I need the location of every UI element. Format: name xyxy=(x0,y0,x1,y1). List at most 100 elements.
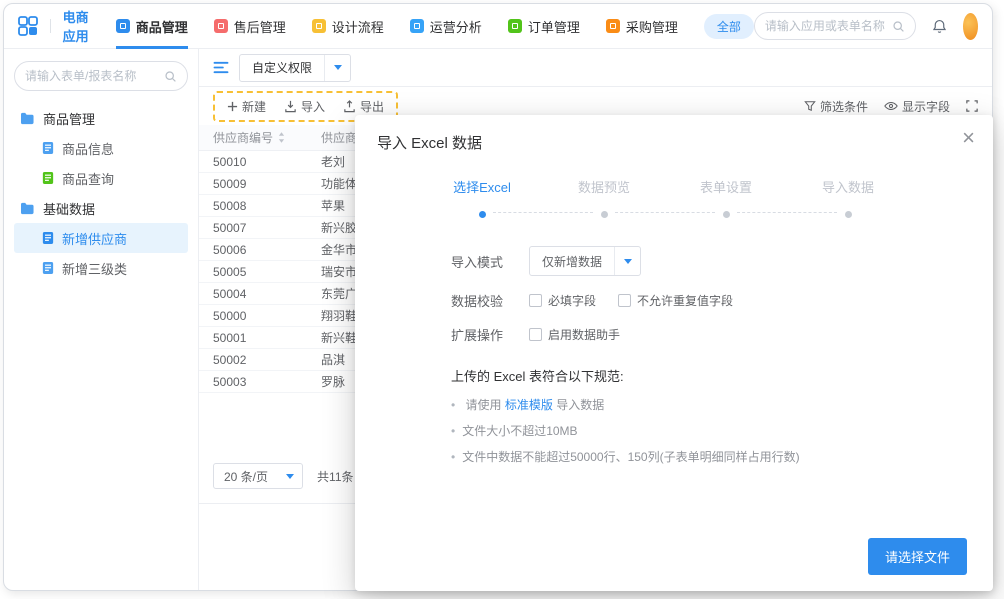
folder-icon xyxy=(20,112,35,125)
notification-bell-icon[interactable] xyxy=(931,18,948,35)
sidebar-group-label: 基础数据 xyxy=(43,199,95,218)
search-icon xyxy=(892,20,905,33)
form-doc-icon xyxy=(42,141,54,155)
nav-item-label: 采购管理 xyxy=(626,17,678,36)
chevron-down-icon[interactable] xyxy=(278,464,302,488)
all-apps-button[interactable]: 全部 xyxy=(704,14,754,39)
supplier-id-cell: 50008 xyxy=(199,199,321,213)
new-record-label: 新建 xyxy=(242,98,266,115)
order-management-icon xyxy=(508,19,522,33)
step-dot xyxy=(845,211,852,218)
nav-item-label: 运营分析 xyxy=(430,17,482,36)
import-mode-label: 导入模式 xyxy=(451,252,529,271)
checkbox-icon[interactable] xyxy=(529,294,542,307)
top-nav: 电商应用 商品管理 售后管理 设计流程 运营分析 订单管理 xyxy=(4,4,992,49)
import-mode-select[interactable]: 仅新增数据 xyxy=(529,246,641,276)
permission-view-select[interactable]: 自定义权限 xyxy=(239,54,351,82)
step-dot xyxy=(723,211,730,218)
close-icon[interactable]: × xyxy=(962,127,975,149)
column-header-supplier-id[interactable]: 供应商编号 xyxy=(199,129,321,146)
sidebar-group-goods[interactable]: 商品管理 xyxy=(14,103,188,133)
supplier-id-cell: 50010 xyxy=(199,155,321,169)
nav-item-purchase-management[interactable]: 采购管理 xyxy=(606,4,678,48)
checkbox-icon[interactable] xyxy=(618,294,631,307)
form-search-input[interactable] xyxy=(25,69,164,83)
nav-item-label: 设计流程 xyxy=(332,17,384,36)
import-button[interactable]: 导入 xyxy=(284,98,325,115)
global-search[interactable] xyxy=(754,12,916,40)
permission-view-value: 自定义权限 xyxy=(240,59,324,76)
form-doc-icon xyxy=(42,261,54,275)
form-doc-icon xyxy=(42,231,54,245)
step-data-preview: 数据预览 xyxy=(543,177,665,218)
design-flow-icon xyxy=(312,19,326,33)
nav-item-order-management[interactable]: 订单管理 xyxy=(508,4,580,48)
export-button[interactable]: 导出 xyxy=(343,98,384,115)
supplier-id-cell: 50006 xyxy=(199,243,321,257)
sidebar: 商品管理 商品信息 商品查询 基础数据 新增供应商 新增三级类 xyxy=(4,49,199,590)
nav-item-aftersales[interactable]: 售后管理 xyxy=(214,4,286,48)
total-count: 共11条 xyxy=(317,468,353,485)
purchase-management-icon xyxy=(606,19,620,33)
checkbox-icon[interactable] xyxy=(529,328,542,341)
sidebar-item-label: 新增供应商 xyxy=(62,229,127,248)
filter-button[interactable]: 筛选条件 xyxy=(804,98,868,115)
rule-row-limit: 文件中数据不能超过50000行、150列(子表单明细同样占用行数) xyxy=(451,448,993,465)
import-mode-value: 仅新增数据 xyxy=(530,253,614,270)
nav-item-label: 商品管理 xyxy=(136,17,188,36)
chevron-down-icon[interactable] xyxy=(324,55,350,81)
import-label: 导入 xyxy=(301,98,325,115)
nav-item-operation-analysis[interactable]: 运营分析 xyxy=(410,4,482,48)
validation-label: 数据校验 xyxy=(451,291,529,310)
apps-grid-icon[interactable] xyxy=(18,16,38,36)
data-assistant-checkbox[interactable]: 启用数据助手 xyxy=(529,326,620,343)
sidebar-group-base-data[interactable]: 基础数据 xyxy=(14,193,188,223)
supplier-id-cell: 50007 xyxy=(199,221,321,235)
show-fields-label: 显示字段 xyxy=(902,98,950,115)
fullscreen-icon[interactable] xyxy=(966,100,978,112)
chevron-down-icon[interactable] xyxy=(614,247,640,275)
sidebar-item-label: 商品信息 xyxy=(62,139,114,158)
page-size-select[interactable]: 20 条/页 xyxy=(213,463,303,489)
supplier-id-cell: 50002 xyxy=(199,353,321,367)
sort-icon xyxy=(278,132,285,143)
step-label: 数据预览 xyxy=(543,177,665,196)
standard-template-link[interactable]: 标准模版 xyxy=(505,398,553,412)
step-import-data: 导入数据 xyxy=(787,177,909,218)
step-select-excel: 选择Excel xyxy=(421,177,543,218)
sidebar-item-goods-query[interactable]: 商品查询 xyxy=(14,163,188,193)
supplier-id-cell: 50001 xyxy=(199,331,321,345)
form-search[interactable] xyxy=(14,61,188,91)
view-list-icon[interactable] xyxy=(213,61,229,74)
sidebar-group-label: 商品管理 xyxy=(43,109,95,128)
supplier-id-cell: 50005 xyxy=(199,265,321,279)
step-form-settings: 表单设置 xyxy=(665,177,787,218)
sidebar-item-new-supplier[interactable]: 新增供应商 xyxy=(14,223,188,253)
app-nav: 商品管理 售后管理 设计流程 运营分析 订单管理 采购管理 xyxy=(116,4,704,48)
sidebar-item-new-category[interactable]: 新增三级类 xyxy=(14,253,188,283)
global-search-input[interactable] xyxy=(765,19,892,33)
new-record-button[interactable]: 新建 xyxy=(227,98,266,115)
show-fields-button[interactable]: 显示字段 xyxy=(884,98,950,115)
supplier-id-cell: 50009 xyxy=(199,177,321,191)
choose-file-button[interactable]: 请选择文件 xyxy=(868,538,967,575)
operation-analysis-icon xyxy=(410,19,424,33)
user-avatar[interactable] xyxy=(963,13,978,40)
divider xyxy=(50,19,51,33)
no-duplicates-checkbox[interactable]: 不允许重复值字段 xyxy=(618,292,733,309)
nav-item-design-flow[interactable]: 设计流程 xyxy=(312,4,384,48)
checkbox-label: 必填字段 xyxy=(548,292,596,309)
checkbox-label: 启用数据助手 xyxy=(548,326,620,343)
required-fields-checkbox[interactable]: 必填字段 xyxy=(529,292,596,309)
workspace-name[interactable]: 电商应用 xyxy=(63,7,92,45)
rule-text: 导入数据 xyxy=(553,398,604,412)
checkbox-label: 不允许重复值字段 xyxy=(637,292,733,309)
step-dot xyxy=(601,211,608,218)
nav-item-goods-management[interactable]: 商品管理 xyxy=(116,4,188,48)
column-header-label: 供应商编号 xyxy=(213,129,273,146)
search-icon xyxy=(164,70,177,83)
import-steps: 选择Excel 数据预览 表单设置 导入数据 xyxy=(421,177,909,218)
view-bar: 自定义权限 xyxy=(199,49,992,87)
aftersales-icon xyxy=(214,19,228,33)
sidebar-item-goods-info[interactable]: 商品信息 xyxy=(14,133,188,163)
